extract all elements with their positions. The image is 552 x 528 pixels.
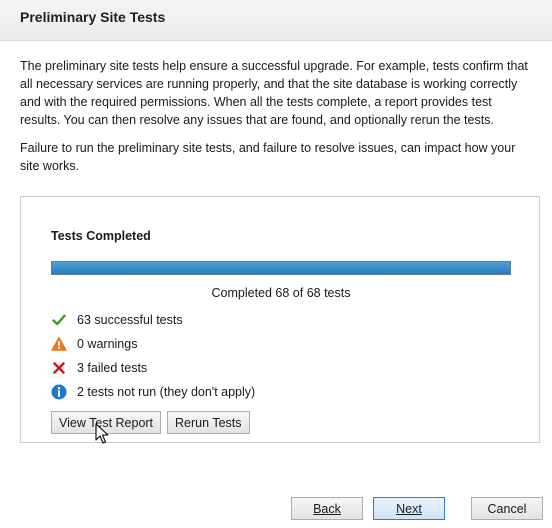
result-warnings-label: 0 warnings (77, 337, 138, 351)
mouse-pointer-icon (95, 423, 109, 444)
result-successful-label: 63 successful tests (77, 313, 183, 327)
back-button-label: Back (313, 501, 341, 516)
tests-status-title: Tests Completed (51, 229, 151, 243)
header-divider (0, 40, 552, 41)
page-header: Preliminary Site Tests (0, 0, 552, 40)
cancel-button[interactable]: Cancel (471, 497, 543, 520)
page-title: Preliminary Site Tests (20, 9, 166, 25)
test-results-panel: Tests Completed Completed 68 of 68 tests… (20, 196, 540, 443)
intro-paragraph-1: The preliminary site tests help ensure a… (20, 59, 528, 127)
test-results-list: 63 successful tests 0 warnings 3 failed … (51, 308, 255, 404)
upgrade-wizard-page: Preliminary Site Tests The preliminary s… (0, 0, 552, 528)
check-icon (51, 312, 67, 328)
rerun-tests-button[interactable]: Rerun Tests (167, 411, 250, 434)
intro-text: The preliminary site tests help ensure a… (20, 57, 534, 185)
intro-paragraph-2: Failure to run the preliminary site test… (20, 141, 516, 173)
result-successful: 63 successful tests (51, 308, 255, 332)
result-warnings: 0 warnings (51, 332, 255, 356)
info-icon (51, 384, 67, 400)
error-x-icon (51, 360, 67, 376)
result-failed: 3 failed tests (51, 356, 255, 380)
wizard-footer-buttons: Back Next Cancel (291, 497, 543, 520)
result-not-run-label: 2 tests not run (they don't apply) (77, 385, 256, 399)
result-not-run: 2 tests not run (they don't apply) (51, 380, 255, 404)
next-button-label: Next (396, 501, 422, 516)
result-failed-label: 3 failed tests (77, 361, 148, 375)
warning-icon (51, 336, 67, 352)
back-button[interactable]: Back (291, 497, 363, 520)
next-button[interactable]: Next (373, 497, 445, 520)
tests-progress-text: Completed 68 of 68 tests (211, 286, 351, 300)
panel-buttons: View Test Report Rerun Tests (51, 411, 250, 434)
tests-progress-bar (51, 261, 511, 275)
tests-progress-fill (52, 262, 510, 274)
